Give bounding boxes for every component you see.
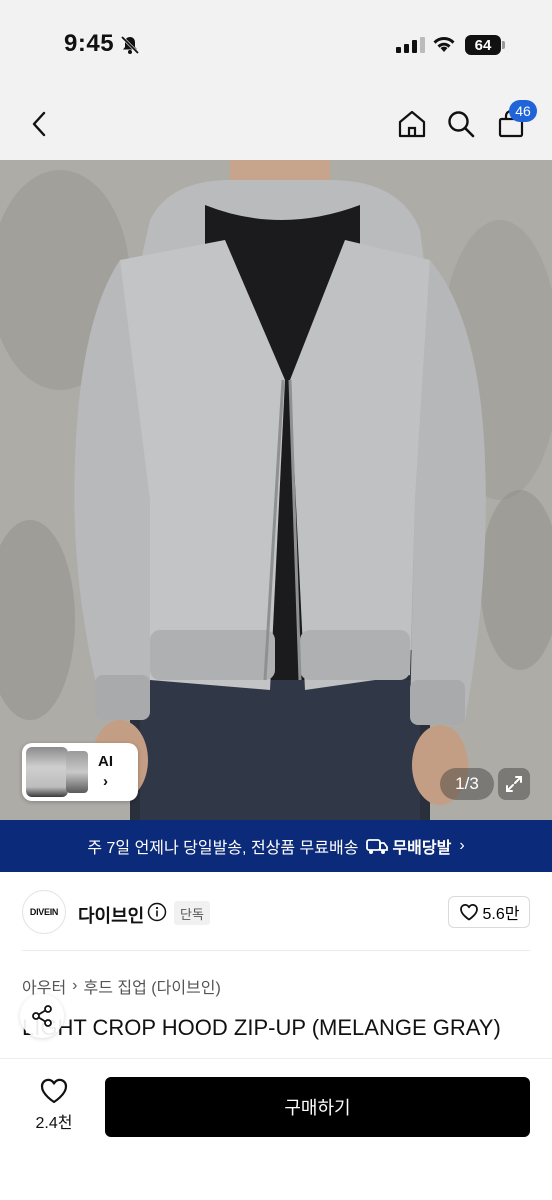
signal-icon [396, 37, 425, 53]
banner-text: 주 7일 언제나 당일발송, 전상품 무료배송 [87, 840, 359, 857]
banner-arrow-icon: › [459, 837, 465, 854]
heart-icon [40, 1078, 68, 1104]
ai-thumbnail-2 [66, 751, 88, 793]
mubae-logo: 무배당발 [366, 834, 451, 858]
wifi-icon [432, 34, 456, 59]
info-icon[interactable] [147, 902, 167, 927]
divider [22, 950, 530, 951]
breadcrumb: 아우터 › 후드 집업 (다이브인) [22, 974, 221, 998]
chevron-left-icon [32, 111, 46, 137]
buy-button[interactable]: 구매하기 [105, 1077, 530, 1137]
heart-icon [459, 903, 478, 921]
product-photo [0, 160, 552, 820]
wishlist-button[interactable]: 2.4천 [22, 1077, 86, 1133]
breadcrumb-separator: › [72, 977, 78, 994]
chevron-right-icon: › [103, 773, 108, 790]
shop-name[interactable]: 다이브인 [78, 902, 144, 928]
mubae-logo-text: 무배당발 [392, 840, 452, 857]
product-title: LIGHT CROP HOOD ZIP-UP (MELANGE GRAY) [22, 1015, 501, 1040]
expand-icon [506, 776, 522, 792]
truck-icon [366, 839, 389, 854]
top-navigation: 46 [0, 90, 552, 160]
battery-indicator: 64 [465, 35, 501, 55]
home-button[interactable] [392, 104, 432, 144]
search-icon [448, 111, 475, 138]
cart-count-badge: 46 [509, 100, 537, 122]
ai-thumbnail-1 [26, 747, 68, 797]
search-button[interactable] [441, 104, 481, 144]
ai-similar-products-card[interactable]: AI › [22, 743, 138, 801]
wishlist-count: 2.4천 [35, 1115, 73, 1132]
share-button[interactable] [20, 994, 64, 1038]
brand-like-button[interactable]: 5.6만 [448, 896, 530, 928]
share-icon [32, 1005, 52, 1027]
expand-image-button[interactable] [498, 768, 530, 800]
status-bar: 9:45 64 [0, 0, 552, 90]
home-icon [398, 110, 426, 138]
bell-off-icon [120, 35, 140, 60]
battery-cap [502, 41, 505, 49]
product-image-gallery[interactable]: AI › 1/3 [0, 160, 552, 820]
ai-label: AI › [98, 752, 113, 792]
brand-like-count: 5.6만 [482, 906, 520, 923]
free-shipping-banner[interactable]: 주 7일 언제나 당일발송, 전상품 무료배송 무배당발 › [0, 820, 552, 872]
ai-label-text: AI [98, 753, 113, 770]
breadcrumb-subcategory[interactable]: 후드 집업 (다이브인) [84, 974, 221, 998]
back-button[interactable] [20, 104, 60, 144]
bottom-action-bar: 2.4천 구매하기 [0, 1058, 552, 1200]
status-time: 9:45 [64, 30, 115, 57]
image-counter: 1/3 [440, 768, 494, 800]
shop-info-row: DIVEIN 다이브인 단독 5.6만 [0, 872, 552, 950]
shop-logo[interactable]: DIVEIN [22, 890, 66, 934]
exclusive-badge: 단독 [174, 901, 210, 925]
